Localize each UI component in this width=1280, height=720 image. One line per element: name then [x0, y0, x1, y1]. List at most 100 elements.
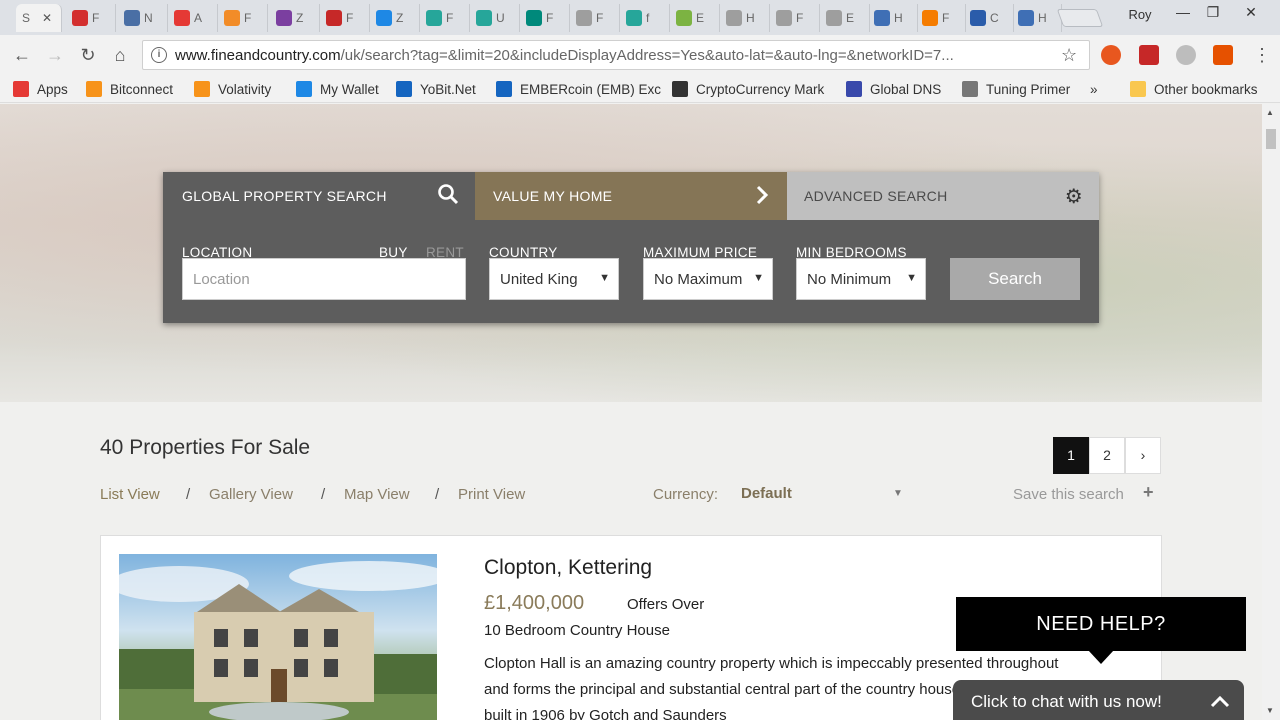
- page-2-button[interactable]: 2: [1089, 437, 1125, 474]
- bookmark-item[interactable]: Global DNS: [846, 80, 941, 98]
- min-bedrooms-value: No Minimum: [807, 270, 892, 288]
- bookmark-item[interactable]: Volativity: [194, 80, 271, 98]
- bookmark-label: »: [1090, 81, 1098, 97]
- bookmark-item[interactable]: CryptoCurrency Mark: [672, 80, 824, 98]
- gear-icon: ⚙: [1064, 186, 1083, 208]
- dropdown-arrow-icon: ▼: [599, 272, 610, 284]
- url-path: /uk/search?tag=&limit=20&includeDisplayA…: [340, 46, 954, 64]
- extension-chart-icon[interactable]: [1139, 45, 1159, 65]
- browser-tab[interactable]: F: [770, 4, 820, 32]
- tab-title: F: [346, 11, 354, 25]
- bookmark-star-icon[interactable]: ☆: [1061, 45, 1077, 66]
- min-bedrooms-select[interactable]: No Minimum ▼: [796, 258, 926, 300]
- property-price: £1,400,000: [484, 592, 585, 614]
- profile-button[interactable]: Roy: [1112, 4, 1168, 26]
- new-tab-button[interactable]: [1056, 9, 1104, 27]
- tab-favicon-icon: [776, 10, 792, 26]
- bookmark-label: CryptoCurrency Mark: [696, 81, 825, 97]
- tab-title: f: [646, 11, 650, 25]
- browser-tab[interactable]: U: [470, 4, 520, 32]
- tab-global-property-search[interactable]: GLOBAL PROPERTY SEARCH: [163, 172, 475, 220]
- currency-select[interactable]: Default: [741, 485, 792, 502]
- browser-tab[interactable]: F: [66, 4, 116, 32]
- property-photo[interactable]: [119, 554, 437, 720]
- tab-favicon-icon: [874, 10, 890, 26]
- next-page-button[interactable]: ›: [1125, 437, 1161, 474]
- browser-tab[interactable]: f: [620, 4, 670, 32]
- tab-title: S: [22, 11, 31, 25]
- need-help-banner[interactable]: NEED HELP?: [956, 597, 1246, 651]
- minimize-icon[interactable]: —: [1168, 2, 1198, 22]
- bookmark-item[interactable]: Apps: [13, 80, 68, 98]
- scrollbar-thumb[interactable]: [1266, 129, 1276, 149]
- reload-icon[interactable]: ↻: [76, 43, 100, 67]
- browser-tab[interactable]: Z: [370, 4, 420, 32]
- bookmark-item[interactable]: EMBERcoin (EMB) Exc: [496, 80, 661, 98]
- bookmark-item[interactable]: »: [1090, 80, 1098, 98]
- bookmark-label: Other bookmarks: [1154, 81, 1258, 97]
- browser-tab[interactable]: F: [420, 4, 470, 32]
- chat-launcher[interactable]: Click to chat with us now!: [953, 680, 1244, 720]
- max-price-value: No Maximum: [654, 270, 743, 288]
- dropdown-arrow-icon[interactable]: ▼: [893, 488, 903, 499]
- tab-favicon-icon: [124, 10, 140, 26]
- home-icon[interactable]: ⌂: [108, 43, 132, 67]
- tab-advanced-search[interactable]: ADVANCED SEARCH ⚙: [787, 172, 1099, 220]
- menu-icon[interactable]: ⋮: [1253, 45, 1271, 65]
- bookmark-item[interactable]: Bitconnect: [86, 80, 173, 98]
- close-tab-icon[interactable]: ✕: [42, 11, 52, 25]
- scroll-up-icon[interactable]: ▲: [1266, 108, 1274, 117]
- page-scrollbar[interactable]: ▲ ▼: [1262, 104, 1280, 720]
- separator: /: [321, 486, 326, 503]
- location-input[interactable]: Location: [182, 258, 466, 300]
- bookmark-item[interactable]: YoBit.Net: [396, 80, 476, 98]
- browser-tab[interactable]: F: [916, 4, 966, 32]
- browser-tab[interactable]: Z: [270, 4, 320, 32]
- bookmark-label: Volativity: [218, 81, 272, 97]
- forward-icon[interactable]: →: [43, 43, 67, 67]
- extension-office-icon[interactable]: [1213, 45, 1233, 65]
- search-icon: [437, 183, 459, 211]
- tab-value-my-home[interactable]: VALUE MY HOME: [475, 172, 787, 220]
- property-title[interactable]: Clopton, Kettering: [484, 556, 652, 580]
- browser-tab[interactable]: N: [118, 4, 168, 32]
- map-view-link[interactable]: Map View: [344, 486, 410, 503]
- bookmark-item[interactable]: My Wallet: [296, 80, 379, 98]
- country-value: United King: [500, 270, 578, 288]
- browser-tab[interactable]: H: [1012, 4, 1062, 32]
- tab-title: H: [1038, 11, 1047, 25]
- info-icon[interactable]: i: [151, 47, 167, 63]
- browser-tab[interactable]: E: [820, 4, 870, 32]
- back-icon[interactable]: ←: [10, 43, 34, 67]
- browser-tab[interactable]: H: [720, 4, 770, 32]
- chevron-up-icon: [1210, 680, 1230, 720]
- extension-bitcoin-icon[interactable]: [1101, 45, 1121, 65]
- search-button[interactable]: Search: [950, 258, 1080, 300]
- save-search-link[interactable]: Save this search: [1013, 486, 1124, 503]
- separator: /: [186, 486, 191, 503]
- browser-tab[interactable]: A: [168, 4, 218, 32]
- browser-tab[interactable]: F: [520, 4, 570, 32]
- scroll-down-icon[interactable]: ▼: [1266, 706, 1274, 715]
- browser-tab[interactable]: F: [320, 4, 370, 32]
- print-view-link[interactable]: Print View: [458, 486, 525, 503]
- plus-icon[interactable]: +: [1143, 482, 1154, 503]
- extension-gray-icon[interactable]: [1176, 45, 1196, 65]
- dropdown-arrow-icon: ▼: [906, 272, 917, 284]
- browser-tab[interactable]: C: [964, 4, 1014, 32]
- gallery-view-link[interactable]: Gallery View: [209, 486, 293, 503]
- max-price-select[interactable]: No Maximum ▼: [643, 258, 773, 300]
- close-window-icon[interactable]: ✕: [1236, 2, 1266, 22]
- address-bar[interactable]: i www.fineandcountry.com/uk/search?tag=&…: [142, 40, 1090, 70]
- bookmark-item[interactable]: Tuning Primer: [962, 80, 1070, 98]
- country-select[interactable]: United King ▼: [489, 258, 619, 300]
- page-1-button[interactable]: 1: [1053, 437, 1089, 474]
- browser-tab[interactable]: E: [670, 4, 720, 32]
- list-view-link[interactable]: List View: [100, 486, 160, 503]
- browser-tab[interactable]: H: [868, 4, 918, 32]
- browser-tab[interactable]: F: [218, 4, 268, 32]
- browser-tab[interactable]: F: [570, 4, 620, 32]
- bookmark-item[interactable]: Other bookmarks: [1130, 80, 1258, 98]
- restore-icon[interactable]: ❐: [1198, 2, 1228, 22]
- browser-tab[interactable]: S ✕: [16, 4, 62, 32]
